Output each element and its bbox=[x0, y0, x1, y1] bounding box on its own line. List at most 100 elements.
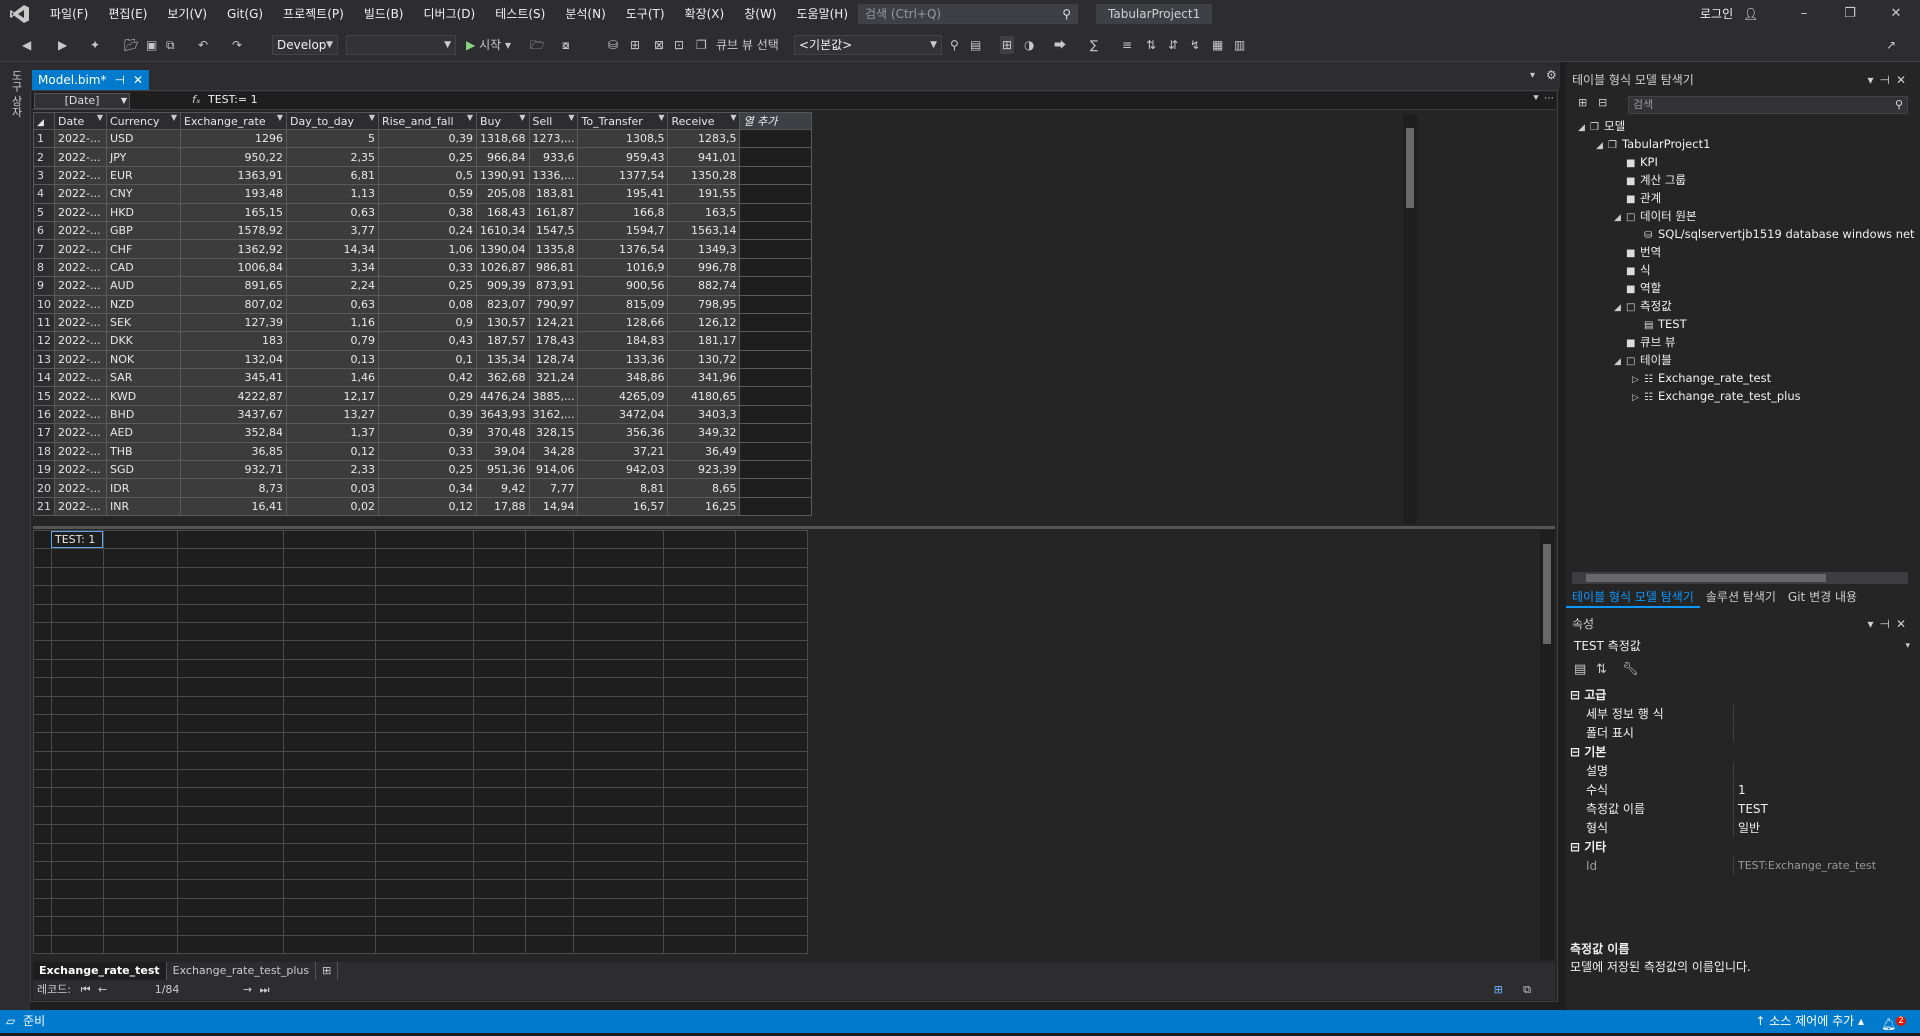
tree-node-model[interactable]: ◢ ❐ 모델 bbox=[1578, 118, 1625, 135]
new-project-icon[interactable]: ✦ bbox=[90, 36, 100, 54]
cell-value[interactable]: 135,34 bbox=[476, 349, 530, 370]
cell-value[interactable]: 163,5 bbox=[667, 202, 741, 222]
measure-grid-cell[interactable] bbox=[51, 842, 104, 863]
cell-currency[interactable]: CNY bbox=[106, 184, 181, 204]
menu-git[interactable]: Git(G) bbox=[217, 0, 273, 28]
cell-value[interactable]: 1547,5 bbox=[528, 220, 579, 241]
table-row[interactable]: 2 2022-... JPY 950,22 2,35 0,25 966,84 933,6 959… bbox=[33, 147, 813, 167]
measure-grid-cell[interactable] bbox=[33, 934, 52, 954]
measure-grid-cell[interactable] bbox=[51, 916, 104, 936]
measure-grid-cell[interactable] bbox=[177, 750, 284, 771]
prop-row-description[interactable]: 설명 bbox=[1570, 762, 1912, 780]
measure-grid-cell[interactable] bbox=[103, 603, 178, 623]
cell-value[interactable]: 0,59 bbox=[378, 184, 477, 204]
measure-grid-cell[interactable] bbox=[103, 713, 178, 734]
measure-grid-cell[interactable] bbox=[735, 805, 808, 826]
measure-grid-cell[interactable] bbox=[103, 769, 178, 789]
properties-object-selector[interactable]: TEST 측정값 ▾ bbox=[1570, 637, 1912, 655]
measure-grid-cell[interactable] bbox=[177, 916, 284, 936]
notification-bell-icon[interactable]: 🔔︎ 2 bbox=[1881, 1010, 1906, 1036]
measure-grid-cell[interactable] bbox=[177, 548, 284, 568]
cell-value[interactable]: 823,07 bbox=[476, 294, 530, 314]
measure-grid-cell[interactable] bbox=[473, 750, 526, 771]
cell-value[interactable]: 0,24 bbox=[378, 220, 477, 241]
measure-grid-cell[interactable] bbox=[51, 548, 104, 568]
measure-grid-cell[interactable] bbox=[51, 713, 104, 734]
cell-date[interactable]: 2022-... bbox=[54, 184, 107, 204]
measure-grid-cell[interactable] bbox=[573, 787, 664, 807]
measure-grid-cell[interactable] bbox=[663, 732, 736, 752]
cell-date[interactable]: 2022-... bbox=[54, 147, 107, 167]
measure-grid-cell[interactable] bbox=[735, 621, 808, 642]
measure-grid-cell[interactable] bbox=[663, 750, 736, 771]
measure-grid-cell[interactable] bbox=[283, 842, 376, 863]
measure-grid-cell[interactable] bbox=[103, 897, 178, 918]
cell-value[interactable]: 341,96 bbox=[667, 368, 741, 388]
cell-value[interactable]: 942,03 bbox=[577, 460, 669, 480]
row-number[interactable]: 15 bbox=[33, 386, 55, 406]
column-header-date[interactable]: Date ▼ bbox=[54, 112, 107, 130]
tree-node-tables[interactable]: ◢ □ 테이블 bbox=[1614, 352, 1672, 369]
measure-grid-cell[interactable] bbox=[103, 842, 178, 863]
measure-grid-cell[interactable] bbox=[525, 916, 574, 936]
cell-value[interactable]: 1,46 bbox=[286, 368, 379, 388]
add-column-header[interactable]: 열 추가 bbox=[739, 112, 813, 130]
measure-grid-cell[interactable] bbox=[573, 566, 664, 587]
cell-value[interactable]: 951,36 bbox=[476, 460, 530, 480]
measure-grid-cell[interactable] bbox=[573, 805, 664, 826]
cell-value[interactable]: 0,33 bbox=[378, 257, 477, 278]
measure-grid-cell[interactable] bbox=[283, 916, 376, 936]
cell-value[interactable]: 1390,91 bbox=[476, 165, 530, 186]
measure-grid-cell[interactable] bbox=[283, 695, 376, 715]
cell-value[interactable]: 1350,28 bbox=[667, 165, 741, 186]
cell-value[interactable]: 0,39 bbox=[378, 423, 477, 443]
cell-date[interactable]: 2022-... bbox=[54, 460, 107, 480]
measure-grid-cell[interactable] bbox=[177, 640, 284, 660]
measure-grid-cell[interactable] bbox=[103, 566, 178, 587]
cell-value[interactable]: 345,41 bbox=[180, 368, 287, 388]
cell-value[interactable]: 0,42 bbox=[378, 368, 477, 388]
measure-grid-cell[interactable] bbox=[33, 750, 52, 771]
measure-grid-cell[interactable] bbox=[51, 879, 104, 899]
cell-value[interactable]: 1016,9 bbox=[577, 257, 669, 278]
measure-grid-cell[interactable] bbox=[525, 879, 574, 899]
formula-input[interactable]: TEST:= 1 bbox=[208, 93, 258, 106]
measure-grid-cell[interactable] bbox=[663, 916, 736, 936]
measure-grid-cell[interactable] bbox=[735, 548, 808, 568]
cell-value[interactable]: 923,39 bbox=[667, 460, 741, 480]
measure-grid-cell[interactable] bbox=[663, 640, 736, 660]
measure-grid-cell[interactable] bbox=[375, 769, 474, 789]
cell-value[interactable]: 128,66 bbox=[577, 312, 669, 333]
measure-grid-cell[interactable] bbox=[525, 842, 574, 863]
measure-grid-cell[interactable] bbox=[33, 603, 52, 623]
measure-grid-cell[interactable] bbox=[33, 713, 52, 734]
cell-value[interactable]: 181,17 bbox=[667, 331, 741, 351]
props-menu-icon[interactable]: ▾ bbox=[1867, 617, 1879, 631]
measure-grid-cell[interactable] bbox=[33, 861, 52, 881]
measure-grid-cell[interactable] bbox=[525, 897, 574, 918]
measure-grid-cell[interactable] bbox=[33, 916, 52, 936]
column-header-day-to-day[interactable]: Day_to_day ▼ bbox=[286, 112, 379, 130]
measure-grid-cell[interactable] bbox=[103, 824, 178, 844]
cell-value[interactable]: 165,15 bbox=[180, 202, 287, 222]
measure-grid-cell[interactable] bbox=[103, 916, 178, 936]
row-number[interactable]: 3 bbox=[33, 165, 55, 186]
cell-value[interactable]: 183,81 bbox=[528, 184, 579, 204]
measure-grid-cell[interactable] bbox=[663, 529, 736, 550]
tree-node-calc-groups[interactable]: ■ 계산 그룹 bbox=[1626, 172, 1686, 189]
measure-grid-cell[interactable] bbox=[573, 548, 664, 568]
cell-currency[interactable]: CAD bbox=[106, 257, 181, 278]
measure-grid-cell[interactable] bbox=[735, 603, 808, 623]
measure-grid-cell[interactable] bbox=[283, 769, 376, 789]
cell-value[interactable]: 4222,87 bbox=[180, 386, 287, 406]
measure-grid-cell[interactable] bbox=[33, 640, 52, 660]
save-all-icon[interactable]: ⧉ bbox=[166, 36, 175, 54]
measure-grid-cell[interactable] bbox=[51, 787, 104, 807]
cell-value[interactable]: 966,84 bbox=[476, 147, 530, 167]
cell-value[interactable]: 328,15 bbox=[528, 423, 579, 443]
measure-grid-cell[interactable] bbox=[33, 548, 52, 568]
measure-grid-cell[interactable] bbox=[177, 677, 284, 697]
cell-value[interactable]: 1283,5 bbox=[667, 128, 741, 149]
cell-value[interactable]: 3,77 bbox=[286, 220, 379, 241]
cell-value[interactable]: 1390,04 bbox=[476, 239, 530, 259]
